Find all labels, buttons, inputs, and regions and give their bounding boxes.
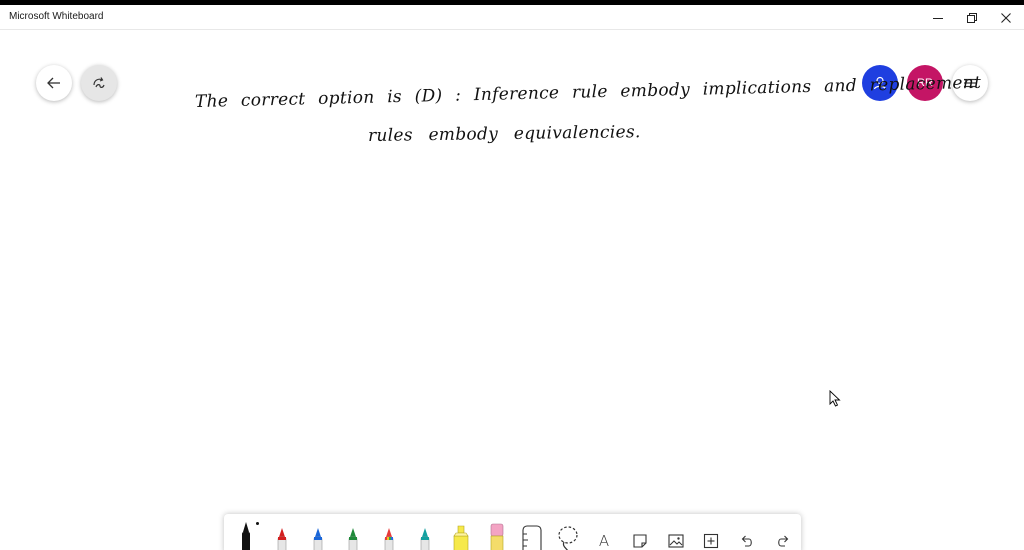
pen-rainbow-tool[interactable]: [371, 518, 407, 550]
ink-replay-button[interactable]: [81, 65, 117, 101]
mouse-cursor-icon: [829, 390, 841, 407]
pen-blue-tool[interactable]: [300, 518, 336, 550]
pen-green-tool[interactable]: [335, 518, 371, 550]
undo-button[interactable]: [729, 518, 765, 550]
lasso-tool[interactable]: [550, 518, 586, 550]
pen-blue-icon: [313, 528, 322, 550]
pen-black-icon: [241, 522, 250, 550]
ruler-icon: [522, 525, 542, 550]
eraser-icon: [490, 523, 503, 550]
add-icon: [704, 533, 719, 549]
note-tool[interactable]: [622, 518, 658, 550]
window-title: Microsoft Whiteboard: [9, 11, 104, 22]
lasso-icon: [558, 526, 578, 550]
text-tool-label: A: [598, 532, 610, 550]
ruler-tool[interactable]: [515, 518, 551, 550]
handwriting-line-2: rules embody equivalencies.: [367, 122, 641, 146]
eraser-tool[interactable]: [479, 518, 515, 550]
close-icon: [1001, 12, 1011, 23]
minimize-icon: [933, 17, 943, 19]
redo-button[interactable]: [765, 518, 801, 550]
pen-red-tool[interactable]: [264, 518, 300, 550]
inking-toolbar: A: [224, 514, 801, 550]
handwriting-line-1: The correct option is (D) : Inference ru…: [194, 72, 982, 112]
restore-button[interactable]: [955, 5, 989, 30]
undo-icon: [742, 535, 753, 547]
restore-icon: [967, 12, 977, 23]
text-tool[interactable]: A: [586, 518, 622, 550]
pen-red-icon: [277, 528, 287, 550]
pen-teal-tool[interactable]: [407, 518, 443, 550]
pen-rainbow-icon: [384, 528, 394, 550]
pen-black-tool[interactable]: [228, 518, 264, 550]
pen-teal-icon: [420, 528, 430, 550]
redo-icon: [778, 535, 789, 547]
highlighter-tool[interactable]: [443, 518, 479, 550]
add-tool[interactable]: [694, 518, 730, 550]
image-icon: [668, 534, 684, 548]
title-bar: Microsoft Whiteboard: [0, 5, 1024, 30]
ink-replay-icon: [93, 77, 105, 88]
sticky-note-icon: [633, 534, 647, 548]
minimize-button[interactable]: [921, 5, 955, 30]
close-button[interactable]: [989, 5, 1023, 30]
highlighter-icon: [453, 525, 469, 550]
back-button[interactable]: [36, 65, 72, 101]
image-tool[interactable]: [658, 518, 694, 550]
arrow-left-icon: [47, 77, 60, 89]
active-indicator: [255, 522, 259, 525]
pen-green-icon: [349, 528, 358, 550]
